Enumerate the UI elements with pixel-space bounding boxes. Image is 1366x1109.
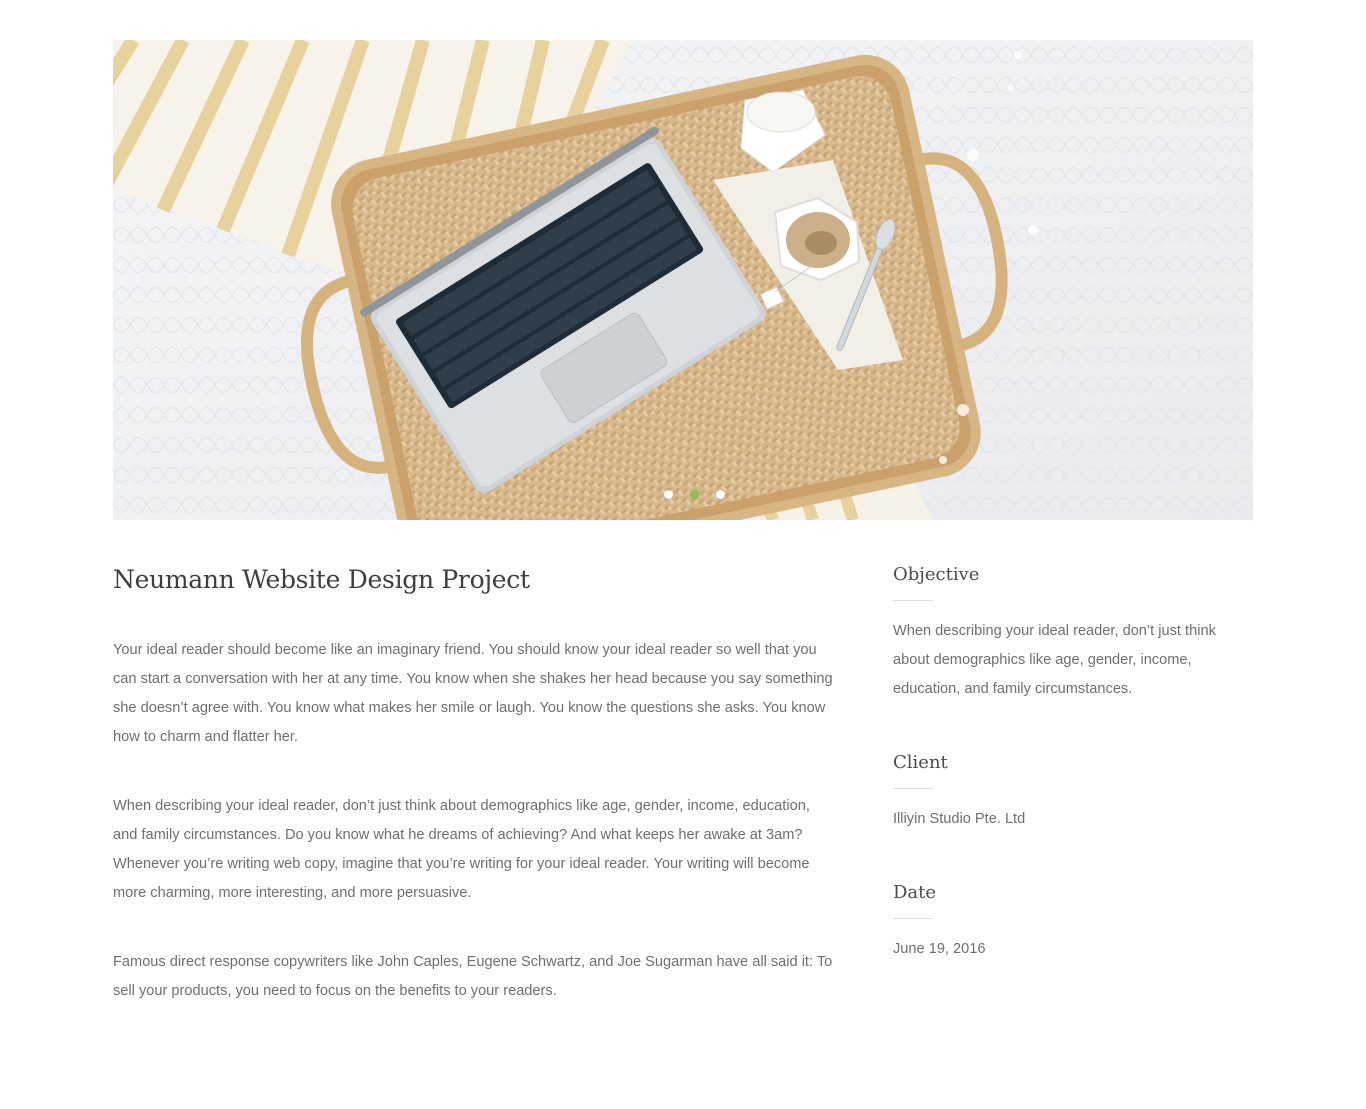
project-title: Neumann Website Design Project [113, 565, 530, 594]
slider-pagination [113, 490, 1253, 499]
client-text: Illiyin Studio Pte. Ltd [893, 811, 1026, 827]
client-divider [893, 788, 933, 789]
project-paragraph-1: Your ideal reader should become like an … [113, 642, 833, 745]
project-paragraph-2: When describing your ideal reader, don’t… [113, 798, 810, 901]
objective-divider [893, 600, 933, 601]
project-image-slider[interactable] [113, 40, 1253, 520]
date-heading: Date [893, 882, 937, 903]
hero-image [113, 40, 1253, 520]
project-meta-sidebar: Objective When describing your ideal rea… [893, 560, 1253, 1008]
objective-heading: Objective [893, 564, 980, 585]
slider-dot-2[interactable] [690, 490, 699, 499]
project-paragraph-3: Famous direct response copywriters like … [113, 954, 833, 999]
date-divider [893, 918, 933, 919]
slider-dot-1[interactable] [664, 490, 673, 499]
project-description: Neumann Website Design Project Your idea… [113, 560, 833, 1046]
date-text: June 19, 2016 [893, 941, 986, 957]
client-block: Client Illiyin Studio Pte. Ltd [893, 748, 1253, 834]
slider-dot-3[interactable] [716, 490, 725, 499]
client-heading: Client [893, 752, 948, 773]
date-block: Date June 19, 2016 [893, 878, 1253, 964]
objective-block: Objective When describing your ideal rea… [893, 560, 1253, 704]
objective-text: When describing your ideal reader, don’t… [893, 623, 1216, 697]
